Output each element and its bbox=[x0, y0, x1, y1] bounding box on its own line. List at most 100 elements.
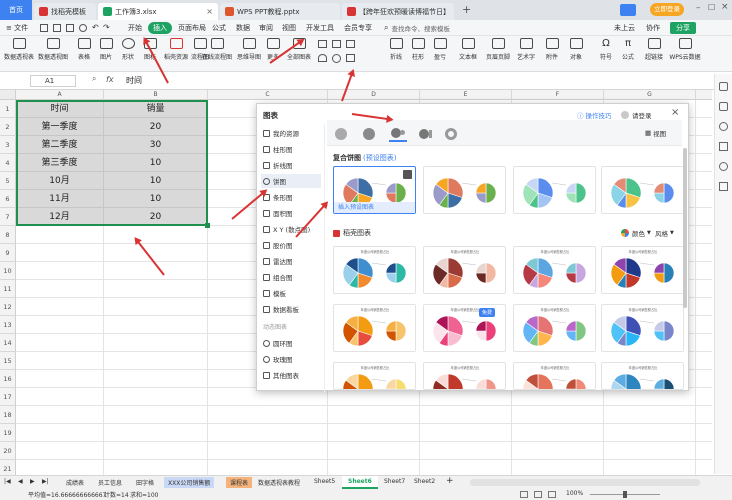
ribbon-shape[interactable]: 形状 bbox=[116, 38, 140, 61]
page-break-view-icon[interactable] bbox=[548, 491, 556, 498]
category-scatter[interactable]: X Y (散点图) bbox=[261, 222, 321, 236]
column-chart-icon[interactable] bbox=[318, 40, 327, 48]
docer-pie-template[interactable]: 年度公司销售额占比 bbox=[423, 246, 506, 294]
column-header-h[interactable]: H bbox=[696, 90, 712, 100]
ribbon-mindmap[interactable]: 思维导图 bbox=[236, 38, 262, 61]
sheet-nav-prev[interactable]: ◀ bbox=[18, 478, 23, 485]
ribbon-object[interactable]: 对象 bbox=[564, 38, 588, 61]
category-line[interactable]: 折线图 bbox=[261, 158, 321, 172]
function-icon[interactable]: fx bbox=[106, 75, 114, 84]
menu-insert[interactable]: 插入 bbox=[148, 22, 172, 34]
tips-link[interactable]: ⓘ 操作技巧 bbox=[577, 110, 612, 120]
ribbon-symbol[interactable]: Ω 符号 bbox=[594, 38, 618, 61]
row-header-17[interactable]: 17 bbox=[0, 388, 16, 406]
ribbon-online-flowchart[interactable]: 在线流程图 bbox=[202, 38, 232, 61]
redo-icon[interactable]: ↷ bbox=[103, 23, 110, 32]
view-toggle[interactable]: ▦ 视图 bbox=[645, 128, 666, 138]
row-header-14[interactable]: 14 bbox=[0, 334, 16, 352]
doc-tab-workbook[interactable]: 工作簿3.xlsx × bbox=[98, 3, 218, 20]
new-tab-button[interactable]: + bbox=[462, 3, 471, 16]
save-icon[interactable] bbox=[40, 24, 48, 32]
category-other[interactable]: 其他图表 bbox=[261, 368, 321, 382]
menu-review[interactable]: 审阅 bbox=[259, 23, 273, 33]
zoom-slider-thumb[interactable] bbox=[623, 491, 627, 498]
menu-data[interactable]: 数据 bbox=[236, 23, 250, 33]
row-header-4[interactable]: 4 bbox=[0, 154, 16, 172]
menu-formula[interactable]: 公式 bbox=[212, 23, 226, 33]
row-header-13[interactable]: 13 bbox=[0, 316, 16, 334]
page-layout-view-icon[interactable] bbox=[534, 491, 542, 498]
composite-pie-preset[interactable] bbox=[513, 166, 596, 214]
pie-of-pie-subtype-icon[interactable] bbox=[389, 126, 407, 142]
cloud-status[interactable]: 未上云 bbox=[614, 23, 635, 33]
select-all-corner[interactable] bbox=[0, 90, 16, 100]
ribbon-column-spark[interactable]: 柱形 bbox=[408, 38, 428, 61]
sheet-tab-grid[interactable]: 田字格 bbox=[136, 478, 154, 487]
select-icon[interactable] bbox=[719, 82, 728, 91]
docer-pie-template[interactable]: 年度公司销售额占比 bbox=[333, 246, 416, 294]
window-layout-icon[interactable] bbox=[620, 4, 636, 16]
name-box[interactable]: A1 bbox=[30, 75, 76, 87]
sheet-tab-score[interactable]: 成绩表 bbox=[66, 478, 84, 487]
column-header-e[interactable]: E bbox=[420, 90, 512, 100]
category-dashboard[interactable]: 数据看板 bbox=[261, 302, 321, 316]
ribbon-hyperlink[interactable]: 超链接 bbox=[642, 38, 666, 61]
category-rose[interactable]: 玫瑰图 bbox=[261, 352, 321, 366]
row-header-12[interactable]: 12 bbox=[0, 298, 16, 316]
ribbon-table[interactable]: 表格 bbox=[72, 38, 96, 61]
ribbon-more[interactable]: 更多 bbox=[262, 38, 284, 61]
help-icon[interactable] bbox=[719, 182, 728, 191]
qrcode-icon[interactable] bbox=[403, 170, 412, 179]
sheet-nav-last[interactable]: ▶| bbox=[42, 478, 49, 485]
row-header-11[interactable]: 11 bbox=[0, 280, 16, 298]
row-header-9[interactable]: 9 bbox=[0, 244, 16, 262]
composite-pie-preset[interactable] bbox=[423, 166, 506, 214]
menu-view[interactable]: 视图 bbox=[282, 23, 296, 33]
export-icon[interactable] bbox=[53, 24, 61, 32]
area-chart-icon[interactable] bbox=[318, 54, 327, 62]
row-header-5[interactable]: 5 bbox=[0, 172, 16, 190]
normal-view-icon[interactable] bbox=[520, 491, 528, 498]
color-dropdown[interactable]: 颜色 ▼ bbox=[621, 228, 651, 238]
properties-icon[interactable] bbox=[719, 102, 728, 111]
ribbon-wordart[interactable]: 艺术字 bbox=[514, 38, 538, 61]
composite-pie-preset[interactable] bbox=[601, 166, 684, 214]
row-header-15[interactable]: 15 bbox=[0, 352, 16, 370]
undo-icon[interactable]: ↶ bbox=[92, 23, 99, 32]
donut-subtype-icon[interactable] bbox=[445, 128, 457, 140]
row-header-8[interactable]: 8 bbox=[0, 226, 16, 244]
composite-pie-preset[interactable]: 插入预设图表 bbox=[333, 166, 416, 214]
menu-start[interactable]: 开始 bbox=[128, 23, 142, 33]
fill-handle[interactable] bbox=[205, 223, 210, 228]
category-donut[interactable]: 圆环图 bbox=[261, 336, 321, 350]
sheet-tab-sheet6[interactable]: Sheet6 bbox=[342, 476, 378, 489]
zoom-formula-icon[interactable]: ⌕ bbox=[92, 74, 96, 84]
ribbon-pivot-table[interactable]: 数据透视表 bbox=[4, 38, 34, 61]
column-header-b[interactable]: B bbox=[104, 90, 208, 100]
docer-pie-template[interactable]: 年度公司销售额占比 bbox=[601, 246, 684, 294]
docer-pie-template[interactable]: 年度公司销售额占比 bbox=[513, 246, 596, 294]
ribbon-picture[interactable]: 图片 bbox=[94, 38, 118, 61]
insert-preset-button[interactable]: 插入预设图表 bbox=[334, 202, 415, 213]
ribbon-line-spark[interactable]: 折线 bbox=[386, 38, 406, 61]
backup-icon[interactable] bbox=[719, 142, 728, 151]
sheet-tab-sales[interactable]: XXX公司销售额 bbox=[164, 477, 215, 488]
dialog-close-icon[interactable]: × bbox=[671, 107, 679, 118]
column-header-g[interactable]: G bbox=[604, 90, 696, 100]
pie-3d-subtype-icon[interactable] bbox=[363, 128, 375, 140]
close-window-icon[interactable]: × bbox=[721, 2, 729, 12]
category-my-resources[interactable]: 我的资源 bbox=[261, 126, 321, 140]
login-button[interactable]: 立即登录 bbox=[650, 3, 684, 16]
line-chart-icon[interactable] bbox=[332, 40, 341, 48]
file-menu[interactable]: ≡ 文件 bbox=[6, 23, 28, 33]
doc-tab-template[interactable]: 找稻壳模板 bbox=[34, 3, 96, 20]
sheet-tab-sheet5[interactable]: Sheet5 bbox=[314, 478, 335, 485]
close-icon[interactable]: × bbox=[206, 7, 213, 16]
sheet-tab-sheet7[interactable]: Sheet7 bbox=[384, 478, 405, 485]
docer-pie-template[interactable]: 年度公司销售额占比 bbox=[601, 304, 684, 352]
style-dropdown[interactable]: 风格 ▼ bbox=[655, 228, 674, 238]
ribbon-docer[interactable]: 稻壳资源 bbox=[164, 38, 188, 61]
collaborate-button[interactable]: 协作 bbox=[646, 23, 660, 33]
docer-pie-template[interactable]: 年度公司销售额占比 bbox=[601, 362, 684, 390]
category-stock[interactable]: 股价图 bbox=[261, 238, 321, 252]
